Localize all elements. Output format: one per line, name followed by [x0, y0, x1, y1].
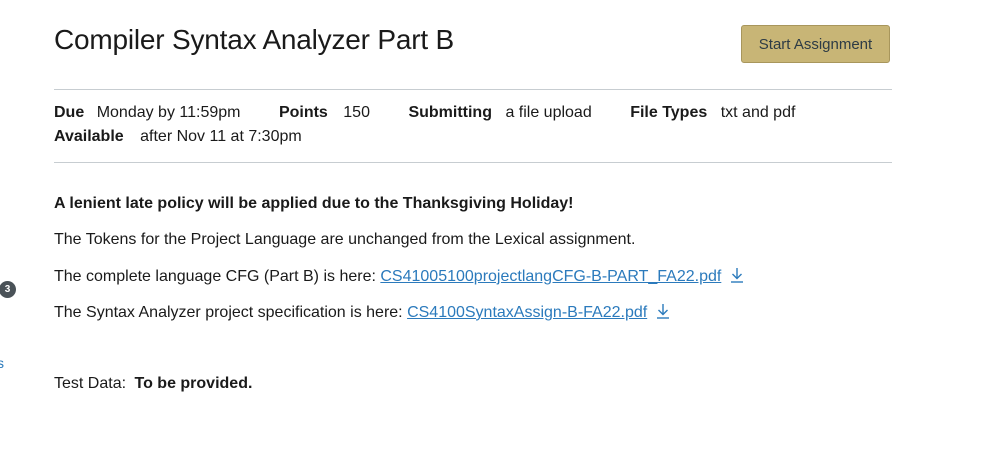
- filetypes-value: txt and pdf: [720, 104, 796, 121]
- spec-text: The Syntax Analyzer project specificatio…: [54, 304, 408, 321]
- points-value: 150: [343, 104, 370, 121]
- filetypes-label: File Types: [630, 104, 708, 121]
- tokens-paragraph: The Tokens for the Project Language are …: [54, 231, 636, 248]
- cfg-paragraph: The complete language CFG (Part B) is he…: [54, 267, 744, 288]
- sidebar-partial-link[interactable]: s: [0, 355, 4, 371]
- start-assignment-button[interactable]: Start Assignment: [741, 25, 890, 63]
- page-title: Compiler Syntax Analyzer Part B: [54, 24, 454, 55]
- assignment-details-row: Due Monday by 11:59pm Points 150 Submitt…: [54, 104, 795, 122]
- download-icon[interactable]: [656, 303, 670, 324]
- available-label: Available: [54, 128, 124, 145]
- submitting-label: Submitting: [408, 104, 492, 121]
- cfg-file-link[interactable]: CS41005100projectlangCFG-B-PART_FA22.pdf: [380, 268, 721, 285]
- cfg-text: The complete language CFG (Part B) is he…: [54, 268, 381, 285]
- due-label: Due: [54, 104, 85, 121]
- assignment-availability-row: Available after Nov 11 at 7:30pm: [54, 128, 302, 146]
- divider-bottom: [54, 162, 892, 163]
- assignment-page: 3 s Compiler Syntax Analyzer Part B Star…: [0, 0, 1003, 464]
- test-data-value: To be provided.: [134, 375, 253, 392]
- due-value: Monday by 11:59pm: [96, 104, 241, 121]
- submitting-value: a file upload: [505, 104, 592, 121]
- available-value: after Nov 11 at 7:30pm: [140, 128, 302, 145]
- spec-paragraph: The Syntax Analyzer project specificatio…: [54, 303, 670, 324]
- late-policy-notice: A lenient late policy will be applied du…: [54, 195, 574, 212]
- sidebar-notification-badge[interactable]: 3: [0, 281, 16, 298]
- download-icon[interactable]: [730, 267, 744, 288]
- test-data-paragraph: Test Data: To be provided.: [54, 375, 252, 393]
- divider-top: [54, 89, 892, 90]
- spec-file-link[interactable]: CS4100SyntaxAssign-B-FA22.pdf: [407, 304, 647, 321]
- points-label: Points: [278, 104, 328, 121]
- test-data-label: Test Data:: [54, 375, 131, 392]
